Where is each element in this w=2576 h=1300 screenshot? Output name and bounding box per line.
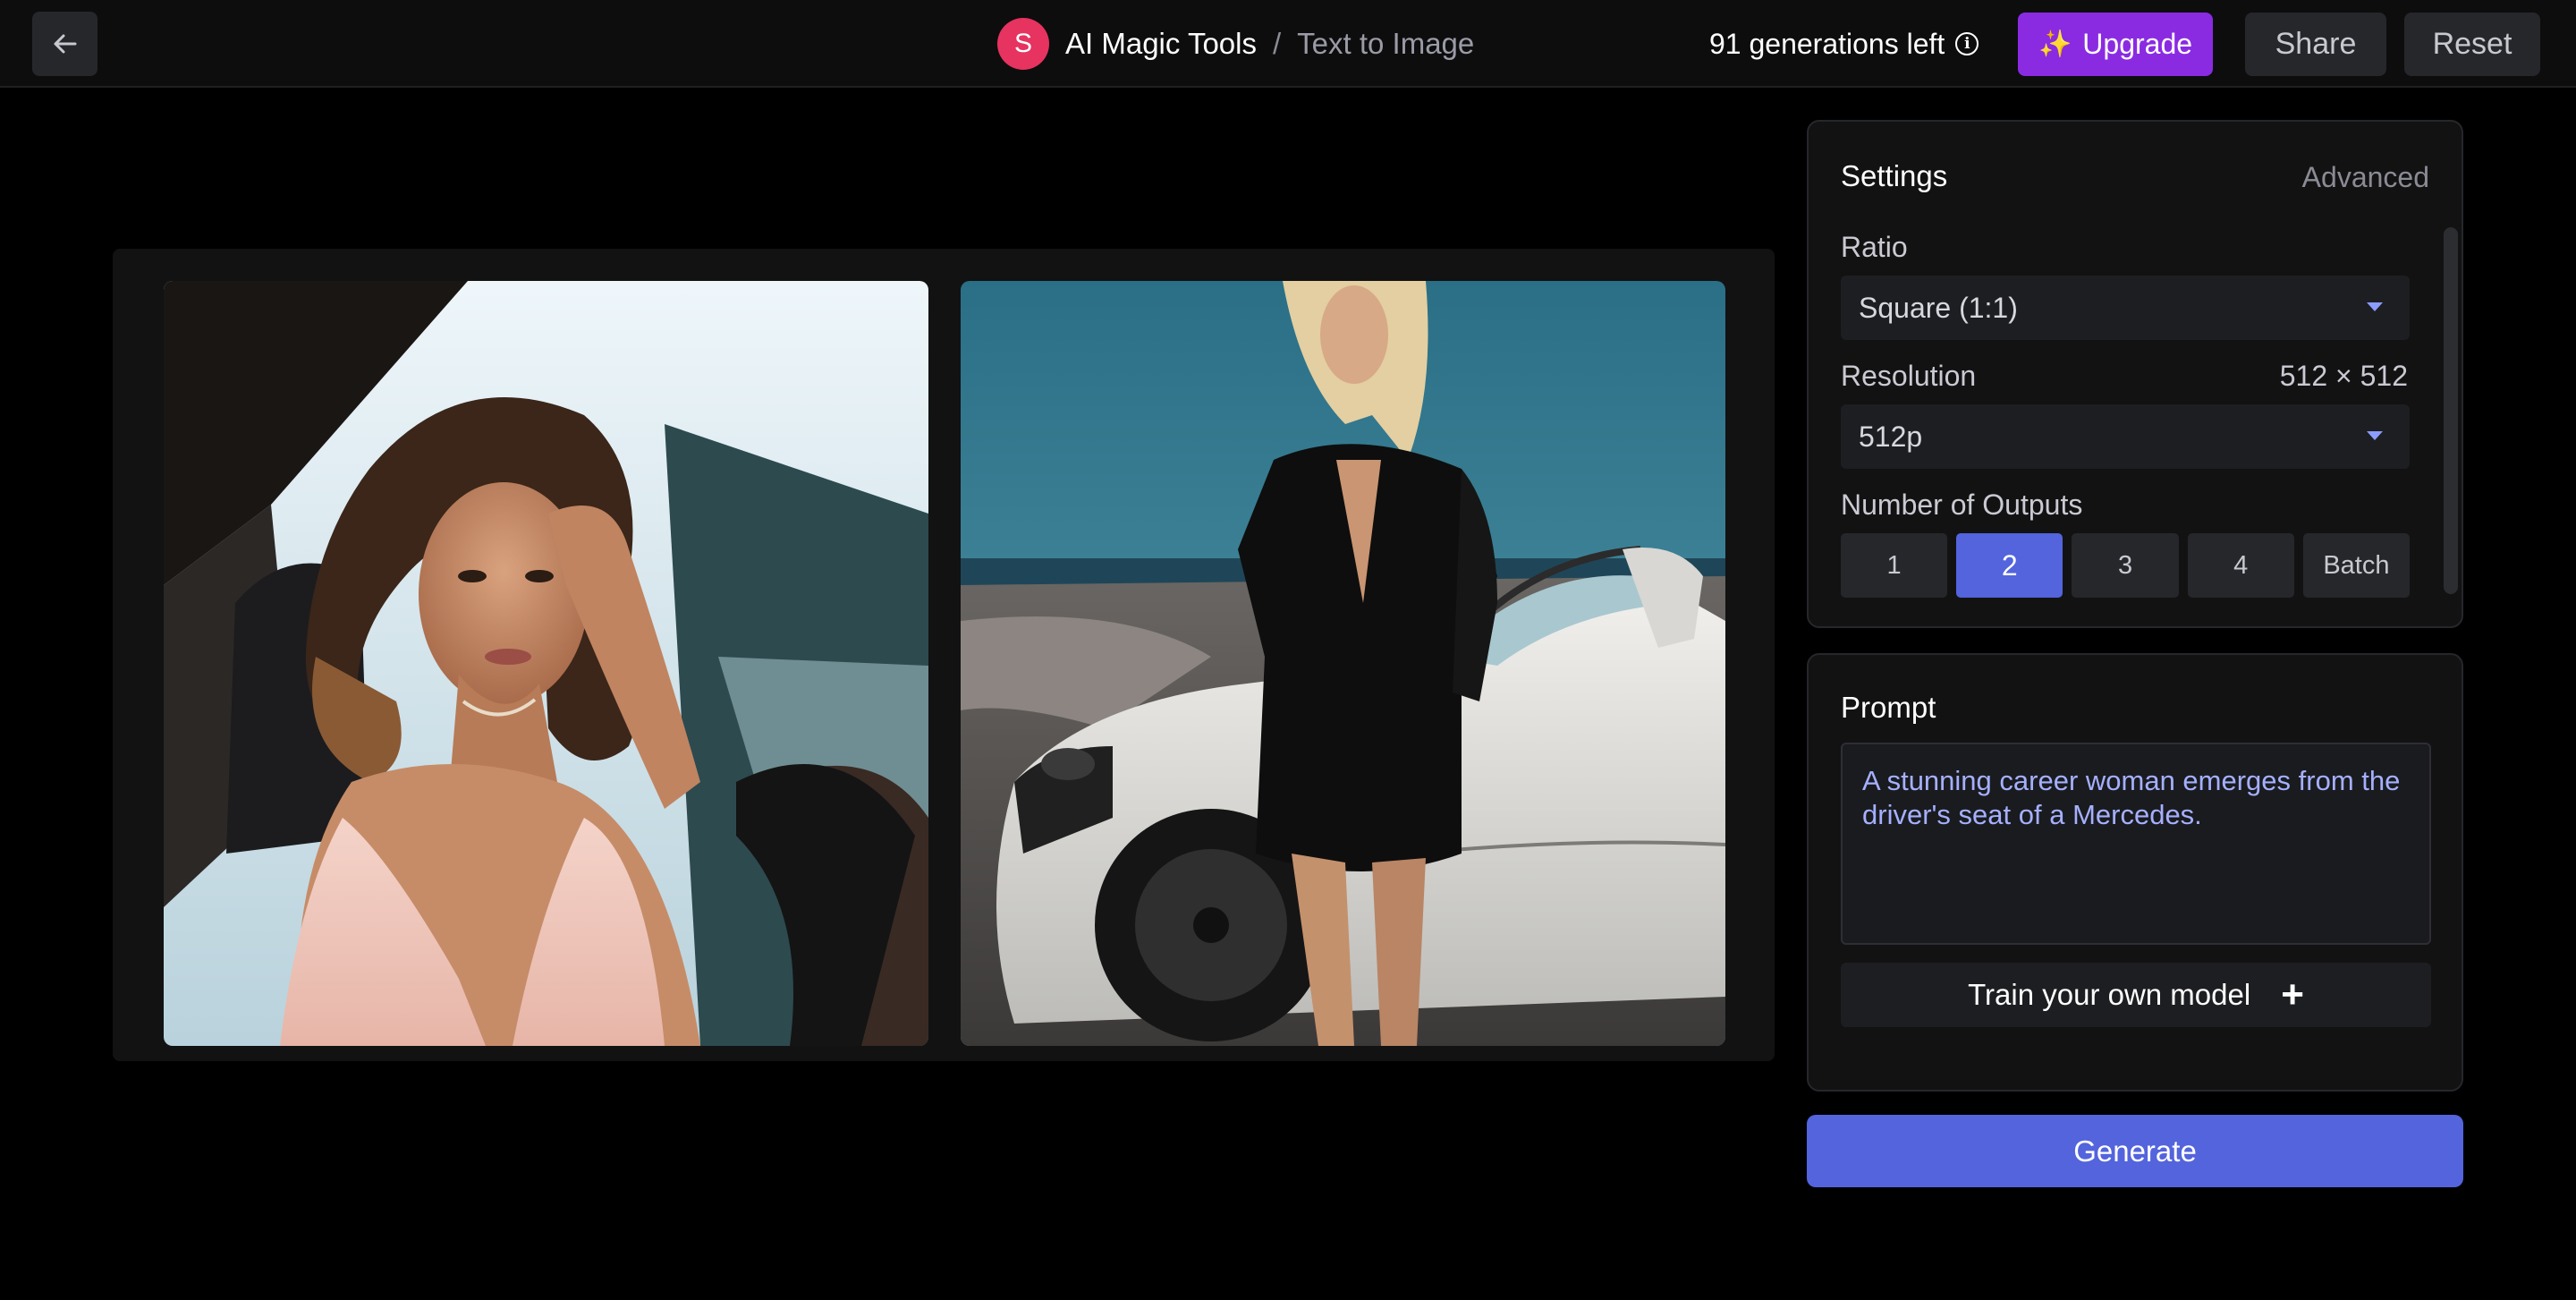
image-gallery [113,249,1775,1061]
outputs-label: Number of Outputs [1841,489,2083,521]
generate-button[interactable]: Generate [1807,1115,2463,1187]
generated-image-2[interactable] [961,281,1725,1046]
settings-title: Settings [1841,159,1948,192]
plus-icon: + [2281,973,2304,1016]
resolution-value: 512p [1859,420,1923,453]
info-icon[interactable]: i [1955,32,1979,55]
output-option-2[interactable]: 2 [1956,533,2063,598]
breadcrumb-app-name[interactable]: AI Magic Tools [1065,27,1257,61]
output-option-batch[interactable]: Batch [2302,533,2411,598]
generated-image-1[interactable] [164,281,928,1046]
ratio-label: Ratio [1841,231,1908,263]
resolution-dimensions: 512 × 512 [2279,360,2408,392]
caret-down-icon [2367,302,2383,311]
ratio-value: Square (1:1) [1859,291,2018,324]
reset-button[interactable]: Reset [2404,13,2540,76]
woman-in-car-image [164,281,928,1046]
outputs-selector: 1 2 3 4 Batch [1841,533,2411,598]
settings-panel: Settings Advanced Ratio Square (1:1) Res… [1807,120,2463,628]
top-bar: S AI Magic Tools / Text to Image 91 gene… [0,0,2576,88]
advanced-toggle[interactable]: Advanced [2302,161,2429,194]
generations-counter: 91 generations left i [1709,25,1979,63]
share-button[interactable]: Share [2245,13,2386,76]
breadcrumb-page-name: Text to Image [1297,27,1475,60]
train-model-button[interactable]: Train your own model + [1841,963,2431,1027]
output-option-1[interactable]: 1 [1841,533,1948,598]
prompt-input[interactable]: A stunning career woman emerges from the… [1841,743,2431,945]
train-model-label: Train your own model [1968,978,2251,1011]
settings-scrollbar[interactable] [2444,227,2458,594]
output-option-4[interactable]: 4 [2187,533,2294,598]
woman-with-car-image [961,281,1725,1046]
generations-left-text: 91 generations left [1709,27,1945,60]
breadcrumb-separator: / [1272,27,1282,60]
caret-down-icon [2367,431,2383,440]
resolution-select[interactable]: 512p [1841,404,2410,469]
arrow-left-icon [54,34,76,54]
upgrade-label: Upgrade [2082,28,2193,60]
prompt-panel: Prompt A stunning career woman emerges f… [1807,653,2463,1092]
back-button[interactable] [32,12,97,76]
sparkles-icon: ✨ [2038,30,2072,59]
breadcrumb: S AI Magic Tools / Text to Image [997,18,1474,70]
prompt-title: Prompt [1841,691,1936,724]
output-option-3[interactable]: 3 [2072,533,2179,598]
resolution-label: Resolution [1841,360,1977,392]
upgrade-button[interactable]: ✨ Upgrade [2018,13,2213,76]
avatar[interactable]: S [997,18,1049,70]
ratio-select[interactable]: Square (1:1) [1841,276,2410,340]
